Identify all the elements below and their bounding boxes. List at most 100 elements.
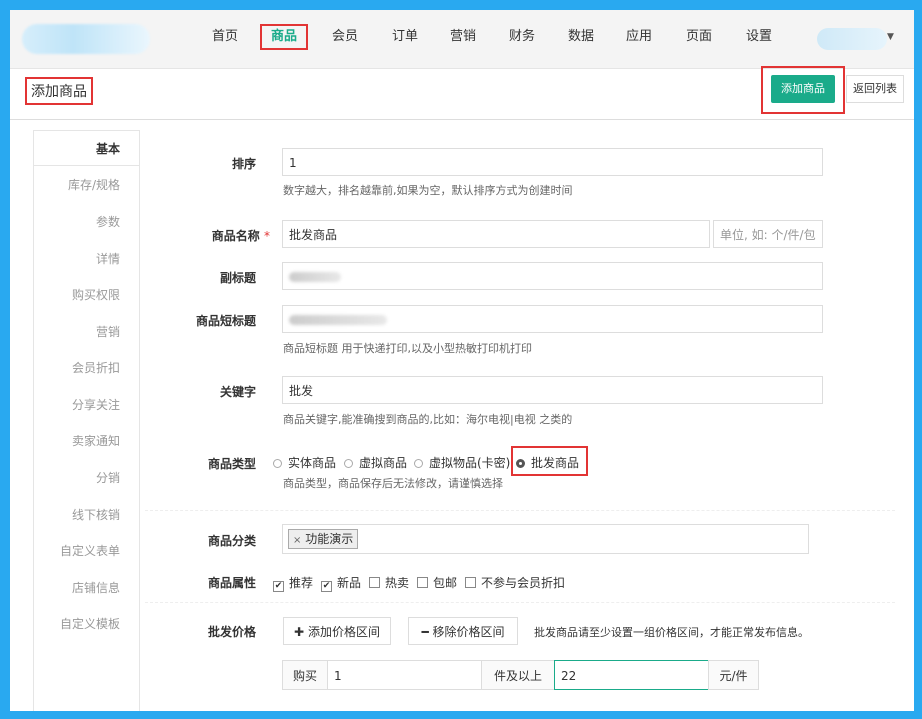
type-option-label: 批发商品 bbox=[531, 456, 580, 470]
goods-name-input[interactable]: 批发商品 bbox=[282, 220, 710, 248]
nav-item-finance[interactable]: 财务 bbox=[507, 24, 537, 50]
goods-name-label-text: 商品名称 bbox=[211, 229, 260, 243]
category-tag-label: 功能演示 bbox=[305, 532, 354, 546]
short-title-label: 商品短标题 bbox=[195, 314, 256, 328]
keywords-hint: 商品关键字,能准确搜到商品的,比如：海尔电视|电视 之类的 bbox=[283, 413, 573, 426]
type-radio-wholesale[interactable]: 批发商品 bbox=[516, 454, 579, 471]
attr-hot-checkbox[interactable]: 热卖 bbox=[369, 574, 409, 591]
required-mark: * bbox=[264, 229, 270, 243]
tab-member-discount[interactable]: 会员折扣 bbox=[10, 359, 120, 376]
add-goods-highlight: 添加商品 bbox=[761, 66, 845, 114]
attr-recommend-checkbox[interactable]: ✔ 推荐 bbox=[273, 574, 313, 592]
type-radio-virtual[interactable]: 虚拟商品 bbox=[344, 454, 407, 471]
nav-item-goods[interactable]: 商品 bbox=[260, 24, 308, 50]
page-title: 添加商品 bbox=[25, 77, 93, 105]
attr-free-shipping-checkbox[interactable]: 包邮 bbox=[417, 574, 457, 591]
type-radio-physical[interactable]: 实体商品 bbox=[273, 454, 336, 471]
plus-icon: ✚ bbox=[294, 625, 305, 639]
app-frame: 首页 商品 会员 订单 营销 财务 数据 应用 页面 设置 ▼ 添加商品 添加商… bbox=[10, 10, 914, 711]
type-option-label: 实体商品 bbox=[288, 456, 337, 470]
radio-icon bbox=[414, 459, 423, 468]
checkbox-icon bbox=[465, 577, 476, 588]
tab-purchase-permission[interactable]: 购买权限 bbox=[10, 286, 120, 303]
short-title-input[interactable] bbox=[282, 305, 823, 333]
blurred-text bbox=[289, 272, 341, 282]
remove-price-range-button[interactable]: ━ 移除价格区间 bbox=[408, 617, 518, 645]
price-input[interactable]: 22 bbox=[554, 660, 709, 690]
section-divider bbox=[145, 510, 895, 511]
nav-item-settings[interactable]: 设置 bbox=[744, 24, 774, 50]
attr-label: 推荐 bbox=[289, 576, 314, 590]
goods-type-hint: 商品类型，商品保存后无法修改，请谨慎选择 bbox=[283, 477, 503, 490]
minus-icon: ━ bbox=[421, 625, 429, 639]
tab-store-info[interactable]: 店铺信息 bbox=[10, 579, 120, 596]
nav-item-pages[interactable]: 页面 bbox=[684, 24, 714, 50]
attr-label: 不参与会员折扣 bbox=[481, 576, 566, 590]
nav-item-data[interactable]: 数据 bbox=[566, 24, 596, 50]
tab-marketing[interactable]: 营销 bbox=[10, 323, 120, 340]
top-navbar: 首页 商品 会员 订单 营销 财务 数据 应用 页面 设置 ▼ bbox=[10, 10, 914, 69]
tab-seller-notify[interactable]: 卖家通知 bbox=[10, 432, 120, 449]
keywords-input[interactable]: 批发 bbox=[282, 376, 823, 404]
wholesale-price-label: 批发价格 bbox=[207, 625, 256, 639]
section-divider bbox=[145, 602, 895, 603]
sort-hint: 数字越大，排名越靠前,如果为空，默认排序方式为创建时间 bbox=[283, 184, 573, 197]
nav-item-home[interactable]: 首页 bbox=[210, 24, 240, 50]
tab-share-follow[interactable]: 分享关注 bbox=[10, 396, 120, 413]
category-select[interactable]: × 功能演示 bbox=[282, 524, 809, 554]
sort-input[interactable]: 1 bbox=[282, 148, 823, 176]
attr-label: 热卖 bbox=[385, 576, 410, 590]
blurred-text bbox=[289, 315, 387, 325]
nav-item-orders[interactable]: 订单 bbox=[390, 24, 420, 50]
type-option-label: 虚拟商品 bbox=[359, 456, 408, 470]
attr-label: 新品 bbox=[337, 576, 362, 590]
keywords-label: 关键字 bbox=[219, 385, 256, 399]
nav-item-members[interactable]: 会员 bbox=[330, 24, 360, 50]
checkbox-checked-icon: ✔ bbox=[321, 581, 332, 592]
remove-tag-icon[interactable]: × bbox=[293, 535, 301, 546]
add-goods-button[interactable]: 添加商品 bbox=[771, 75, 835, 103]
wholesale-notice: 批发商品请至少设置一组价格区间，才能正常发布信息。 bbox=[534, 626, 809, 639]
goods-type-label: 商品类型 bbox=[207, 457, 256, 471]
back-to-list-button[interactable]: 返回列表 bbox=[846, 75, 904, 103]
nav-item-marketing[interactable]: 营销 bbox=[448, 24, 478, 50]
attributes-label: 商品属性 bbox=[207, 576, 256, 590]
nav-item-apps[interactable]: 应用 bbox=[624, 24, 654, 50]
goods-name-label: 商品名称 * bbox=[170, 227, 270, 244]
tab-basic[interactable]: 基本 bbox=[10, 140, 120, 157]
checkbox-icon bbox=[369, 577, 380, 588]
logo[interactable] bbox=[22, 24, 150, 54]
radio-selected-icon bbox=[516, 459, 525, 468]
attr-no-member-discount-checkbox[interactable]: 不参与会员折扣 bbox=[465, 574, 565, 591]
tab-stock-spec[interactable]: 库存/规格 bbox=[10, 176, 120, 193]
attr-new-checkbox[interactable]: ✔ 新品 bbox=[321, 574, 361, 592]
tab-params[interactable]: 参数 bbox=[10, 213, 120, 230]
tab-distribution[interactable]: 分销 bbox=[10, 469, 120, 486]
tab-offline-verify[interactable]: 线下核销 bbox=[10, 506, 120, 523]
tab-custom-form[interactable]: 自定义表单 bbox=[10, 542, 120, 559]
price-suffix-addon: 元/件 bbox=[708, 660, 759, 690]
tab-details[interactable]: 详情 bbox=[10, 250, 120, 267]
radio-icon bbox=[344, 459, 353, 468]
remove-price-range-label: 移除价格区间 bbox=[432, 625, 505, 639]
subtitle-label: 副标题 bbox=[219, 271, 256, 285]
page-header: 添加商品 添加商品 返回列表 bbox=[10, 66, 914, 120]
add-price-range-button[interactable]: ✚ 添加价格区间 bbox=[283, 617, 391, 645]
checkbox-checked-icon: ✔ bbox=[273, 581, 284, 592]
qty-suffix-addon: 件及以上 bbox=[481, 660, 555, 690]
radio-icon bbox=[273, 459, 282, 468]
user-menu[interactable] bbox=[817, 28, 887, 50]
add-price-range-label: 添加价格区间 bbox=[307, 625, 380, 639]
sort-label: 排序 bbox=[231, 157, 256, 171]
checkbox-icon bbox=[417, 577, 428, 588]
min-qty-input[interactable]: 1 bbox=[327, 660, 482, 690]
unit-input[interactable]: 单位, 如: 个/件/包 bbox=[713, 220, 823, 248]
tab-custom-template[interactable]: 自定义模板 bbox=[10, 615, 120, 632]
category-label: 商品分类 bbox=[207, 534, 256, 548]
type-option-label: 虚拟物品(卡密) bbox=[429, 456, 511, 470]
subtitle-input[interactable] bbox=[282, 262, 823, 290]
short-title-hint: 商品短标题 用于快递打印,以及小型热敏打印机打印 bbox=[283, 342, 532, 355]
category-tag[interactable]: × 功能演示 bbox=[288, 529, 359, 549]
type-radio-virtual-card[interactable]: 虚拟物品(卡密) bbox=[414, 454, 510, 471]
caret-down-icon[interactable]: ▼ bbox=[887, 32, 894, 42]
